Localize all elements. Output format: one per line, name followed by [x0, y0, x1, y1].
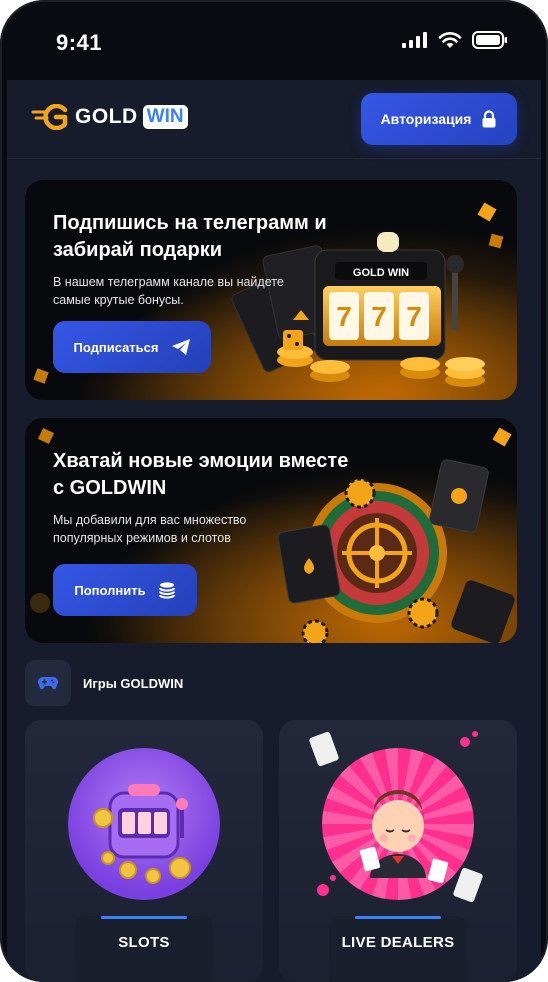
card-corner-decor [309, 731, 483, 903]
signal-icon [402, 32, 427, 48]
goldwin-logo[interactable]: GOLD WIN [31, 104, 188, 130]
reel-2: 7 [371, 301, 387, 332]
app-header: GOLD WIN Авторизация [7, 80, 541, 159]
slots-illustration [68, 748, 220, 900]
telegram-banner-title: Подпишись на телеграмм и забирай подарки [53, 212, 327, 261]
telegram-banner-text: В нашем телеграмм канале вы найдете самы… [53, 275, 284, 307]
games-section-title: Игры GOLDWIN [83, 675, 184, 691]
reel-3: 7 [406, 301, 422, 332]
subscribe-button-label: Подписаться [73, 339, 159, 355]
login-button-label: Авторизация [380, 111, 472, 127]
game-card-slots[interactable]: SLOTS [25, 720, 263, 982]
phone-frame: 9:41 GOLD WIN Авторизация GOLD WIN 7 7 7… [0, 0, 548, 982]
telegram-banner[interactable]: GOLD WIN 7 7 7 Подпишись на телеграмм и … [25, 180, 517, 400]
logo-accent: WIN [142, 105, 188, 129]
deposit-button-label: Пополнить [74, 582, 146, 598]
machine-logo-text: GOLD WIN [353, 267, 409, 279]
status-icons [402, 31, 508, 49]
slots-label: SLOTS [118, 934, 170, 951]
live-dealers-label: LIVE DEALERS [341, 934, 455, 951]
coins-icon [158, 582, 175, 599]
status-bar: 9:41 [0, 0, 548, 80]
wifi-icon [438, 31, 462, 48]
deposit-banner-title: Хватай новые эмоции вместе с GOLDWIN [53, 450, 349, 499]
subscribe-button[interactable]: Подписаться [53, 321, 211, 373]
status-time: 9:41 [56, 30, 103, 55]
reel-1: 7 [336, 301, 352, 332]
games-section-header: Игры GOLDWIN [25, 660, 183, 706]
game-card-live-dealers[interactable]: LIVE DEALERS [279, 720, 517, 982]
deposit-banner-text: Мы добавили для вас множество популярных… [53, 513, 247, 545]
deposit-button[interactable]: Пополнить [53, 564, 197, 616]
telegram-icon [171, 339, 190, 355]
deposit-banner[interactable]: Хватай новые эмоции вместе с GOLDWIN Мы … [25, 418, 517, 643]
app-screen: GOLD WIN Авторизация GOLD WIN 7 7 7 Подп… [7, 80, 541, 982]
gamepad-icon [25, 660, 71, 706]
logo-text: GOLD [75, 105, 138, 128]
login-button[interactable]: Авторизация [361, 93, 517, 145]
lock-icon [482, 110, 496, 128]
logo-g-icon [31, 104, 68, 130]
battery-icon [472, 31, 507, 49]
